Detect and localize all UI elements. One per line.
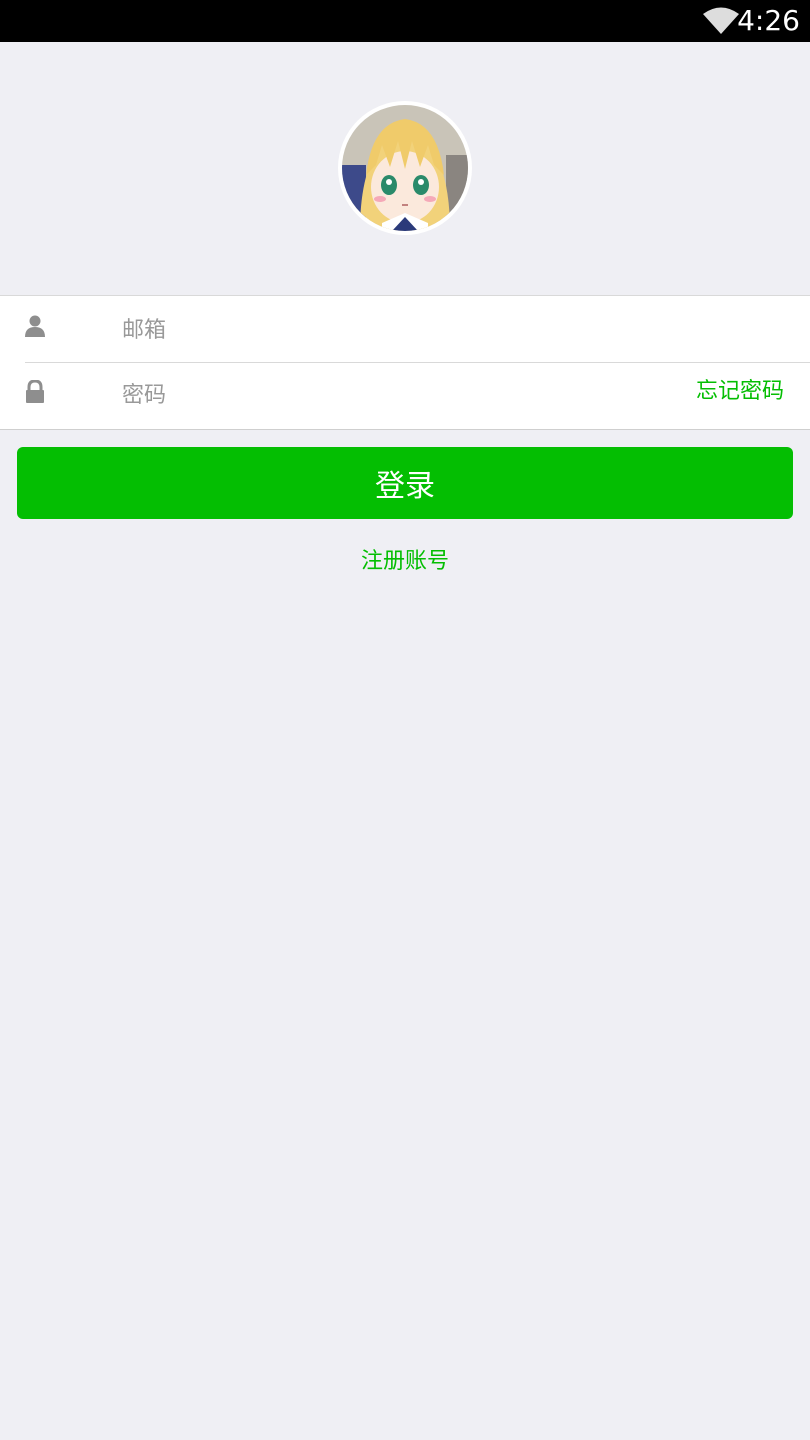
wifi-icon <box>703 7 739 34</box>
password-row: 忘记密码 <box>0 363 810 429</box>
login-button[interactable]: 登录 <box>17 447 793 519</box>
anime-avatar-icon <box>342 105 468 231</box>
register-link[interactable]: 注册账号 <box>0 542 810 582</box>
forgot-password-link[interactable]: 忘记密码 <box>696 376 784 408</box>
clock: 4:26 <box>737 4 800 37</box>
password-field[interactable] <box>122 373 662 417</box>
status-bar: 4:26 <box>0 0 810 42</box>
email-row <box>0 296 810 363</box>
user-icon <box>25 315 45 337</box>
lock-icon <box>26 380 44 403</box>
login-form: 忘记密码 <box>0 295 810 430</box>
avatar[interactable] <box>338 101 472 235</box>
email-field[interactable] <box>122 308 662 352</box>
